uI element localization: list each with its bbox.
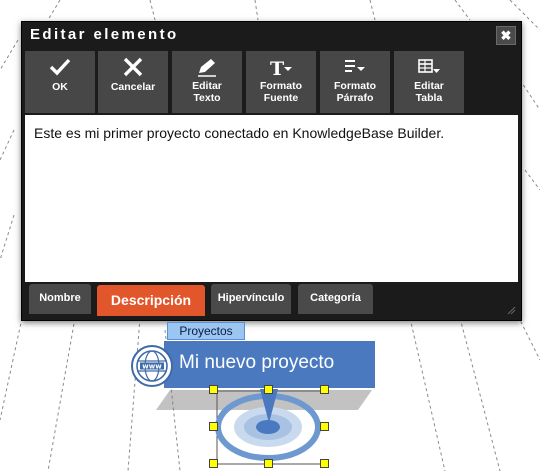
edit-table-label: Editar Tabla	[414, 80, 444, 104]
selection-handle[interactable]	[209, 422, 218, 431]
selection-handle[interactable]	[320, 385, 329, 394]
project-node[interactable]: Mi nuevo proyecto	[164, 341, 375, 388]
ok-button[interactable]: OK	[25, 51, 95, 113]
node-title: Mi nuevo proyecto	[179, 352, 335, 373]
dialog-titlebar[interactable]: Editar elemento ✖	[22, 22, 521, 48]
selection-handle[interactable]	[320, 422, 329, 431]
font-format-label: Formato Fuente	[260, 80, 302, 104]
text-format-icon: T	[246, 56, 316, 80]
pencil-icon	[172, 56, 242, 78]
selection-handle[interactable]	[320, 459, 329, 468]
close-button[interactable]: ✖	[496, 26, 516, 45]
dialog-tabs: Nombre Descripción Hipervínculo Categorí…	[29, 284, 499, 316]
edit-text-label: Editar Texto	[192, 80, 222, 104]
description-editor[interactable]: Este es mi primer proyecto conectado en …	[25, 115, 518, 282]
close-icon: ✖	[500, 28, 512, 43]
paragraph-format-icon	[320, 56, 390, 78]
node-target-icon[interactable]	[213, 389, 323, 467]
cancel-label: Cancelar	[110, 81, 156, 93]
selection-handle[interactable]	[209, 459, 218, 468]
ok-label: OK	[52, 81, 68, 93]
resize-grip-icon[interactable]	[506, 305, 516, 315]
selection-handle[interactable]	[264, 385, 273, 394]
table-edit-icon	[394, 56, 464, 78]
edit-text-button[interactable]: Editar Texto	[172, 51, 242, 113]
globe-icon-text: www	[142, 363, 162, 371]
category-label[interactable]: Proyectos	[167, 322, 245, 340]
toolbar: OK Cancelar Editar Texto T Formato Fuent…	[25, 51, 518, 113]
selection-handle[interactable]	[264, 459, 273, 468]
tab-categoria[interactable]: Categoría	[298, 284, 373, 314]
editor-content: Este es mi primer proyecto conectado en …	[34, 125, 445, 141]
tab-nombre[interactable]: Nombre	[29, 284, 91, 314]
tab-descripcion[interactable]: Descripción	[97, 285, 205, 316]
paragraph-format-button[interactable]: Formato Párrafo	[320, 51, 390, 113]
edit-table-button[interactable]: Editar Tabla	[394, 51, 464, 113]
cancel-button[interactable]: Cancelar	[98, 51, 168, 113]
paragraph-format-label: Formato Párrafo	[334, 80, 376, 104]
dialog-title: Editar elemento	[30, 26, 179, 43]
edit-element-dialog: Editar elemento ✖ OK Cancelar Editar Tex…	[21, 21, 522, 321]
checkmark-icon	[25, 56, 95, 78]
font-format-button[interactable]: T Formato Fuente	[246, 51, 316, 113]
globe-www-icon[interactable]: www	[131, 345, 173, 387]
selection-handle[interactable]	[209, 385, 218, 394]
tab-hipervinculo[interactable]: Hipervínculo	[211, 284, 291, 314]
x-icon	[98, 56, 168, 78]
svg-text:T: T	[270, 58, 284, 78]
